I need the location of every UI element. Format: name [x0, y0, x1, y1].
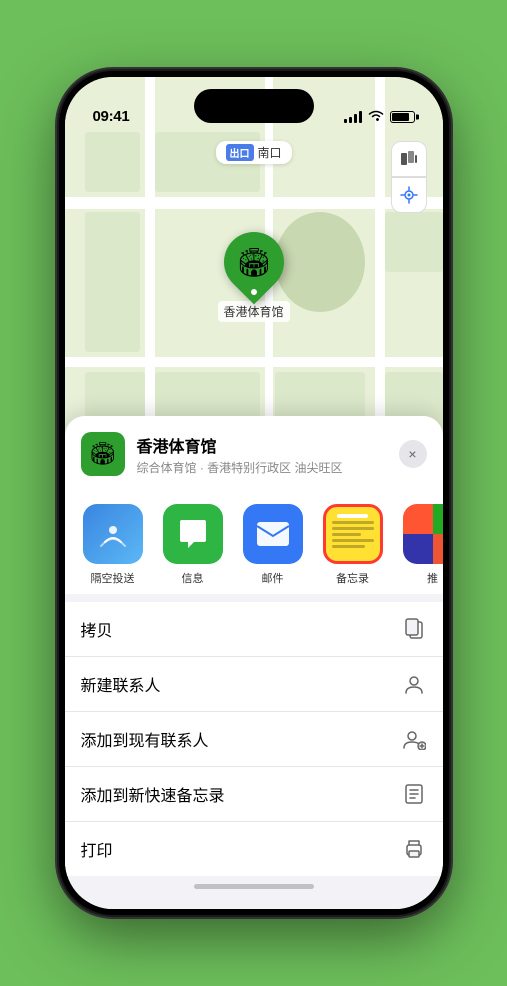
map-road — [65, 357, 443, 367]
map-type-button[interactable] — [391, 141, 427, 177]
wifi-icon — [368, 109, 384, 125]
action-print-label: 打印 — [81, 837, 113, 861]
location-label: 出口 南口 — [215, 141, 291, 164]
status-time: 09:41 — [93, 108, 130, 125]
share-item-notes[interactable]: 备忘录 — [321, 504, 385, 586]
notes-line-3 — [332, 533, 361, 536]
notes-line-4 — [332, 539, 374, 542]
more-label: 推 — [427, 570, 438, 586]
map-block — [85, 212, 140, 352]
action-copy[interactable]: 拷贝 — [65, 602, 443, 657]
map-controls[interactable] — [391, 141, 427, 213]
messages-icon — [163, 504, 223, 564]
airdrop-label: 隔空投送 — [91, 570, 135, 586]
new-contact-icon — [401, 671, 427, 697]
battery-fill — [392, 113, 410, 121]
home-indicator — [194, 884, 314, 889]
copy-icon — [401, 616, 427, 642]
action-list: 拷贝 新建联系人 — [65, 602, 443, 876]
venue-icon: 🏟 — [81, 432, 125, 476]
print-icon — [401, 836, 427, 862]
sheet-divider — [65, 594, 443, 602]
map-road — [65, 197, 443, 209]
signal-bars-icon — [344, 111, 362, 123]
notes-line-1 — [332, 521, 374, 524]
location-tag: 出口 — [225, 144, 253, 161]
notes-header-line — [337, 514, 369, 518]
map-block — [85, 132, 140, 192]
venue-info: 香港体育馆 综合体育馆 · 香港特别行政区 油尖旺区 — [137, 433, 387, 476]
signal-bar-1 — [344, 119, 347, 123]
signal-bar-2 — [349, 117, 352, 123]
more-icon — [403, 504, 443, 564]
mail-icon — [243, 504, 303, 564]
close-button[interactable]: × — [399, 440, 427, 468]
share-item-mail[interactable]: 邮件 — [241, 504, 305, 586]
venue-name: 香港体育馆 — [137, 433, 387, 457]
messages-label: 信息 — [182, 570, 204, 586]
mail-label: 邮件 — [262, 570, 284, 586]
pin-dot — [250, 289, 256, 295]
stadium-pin[interactable]: 🏟 香港体育馆 — [217, 232, 289, 322]
map-block — [385, 212, 443, 272]
phone-screen: 09:41 — [65, 77, 443, 909]
action-copy-label: 拷贝 — [81, 617, 113, 641]
share-item-messages[interactable]: 信息 — [161, 504, 225, 586]
action-add-notes-label: 添加到新快速备忘录 — [81, 782, 225, 806]
action-add-existing-label: 添加到现有联系人 — [81, 727, 209, 751]
home-indicator-area — [65, 876, 443, 889]
add-notes-icon — [401, 781, 427, 807]
my-location-button[interactable] — [391, 177, 427, 213]
share-item-airdrop[interactable]: 隔空投送 — [81, 504, 145, 586]
notes-label: 备忘录 — [336, 570, 369, 586]
signal-bar-3 — [354, 114, 357, 123]
battery-icon — [390, 111, 415, 123]
phone-frame: 09:41 — [59, 71, 449, 915]
stadium-icon: 🏟 — [236, 246, 272, 279]
location-name: 南口 — [257, 144, 281, 161]
action-new-contact[interactable]: 新建联系人 — [65, 657, 443, 712]
bottom-sheet: 🏟 香港体育馆 综合体育馆 · 香港特别行政区 油尖旺区 × — [65, 416, 443, 909]
share-actions-row: 隔空投送 信息 — [65, 488, 443, 594]
action-new-contact-label: 新建联系人 — [81, 672, 161, 696]
add-existing-icon — [401, 726, 427, 752]
signal-bar-4 — [359, 111, 362, 123]
venue-description: 综合体育馆 · 香港特别行政区 油尖旺区 — [137, 459, 387, 476]
notes-icon — [323, 504, 383, 564]
notes-line-2 — [332, 527, 374, 530]
share-item-more[interactable]: 推 — [401, 504, 443, 586]
dynamic-island — [194, 89, 314, 123]
status-icons — [344, 109, 415, 125]
notes-line-5 — [332, 545, 366, 548]
action-add-notes[interactable]: 添加到新快速备忘录 — [65, 767, 443, 822]
action-print[interactable]: 打印 — [65, 822, 443, 876]
airdrop-icon — [83, 504, 143, 564]
sheet-header: 🏟 香港体育馆 综合体育馆 · 香港特别行政区 油尖旺区 × — [65, 416, 443, 488]
action-add-existing[interactable]: 添加到现有联系人 — [65, 712, 443, 767]
